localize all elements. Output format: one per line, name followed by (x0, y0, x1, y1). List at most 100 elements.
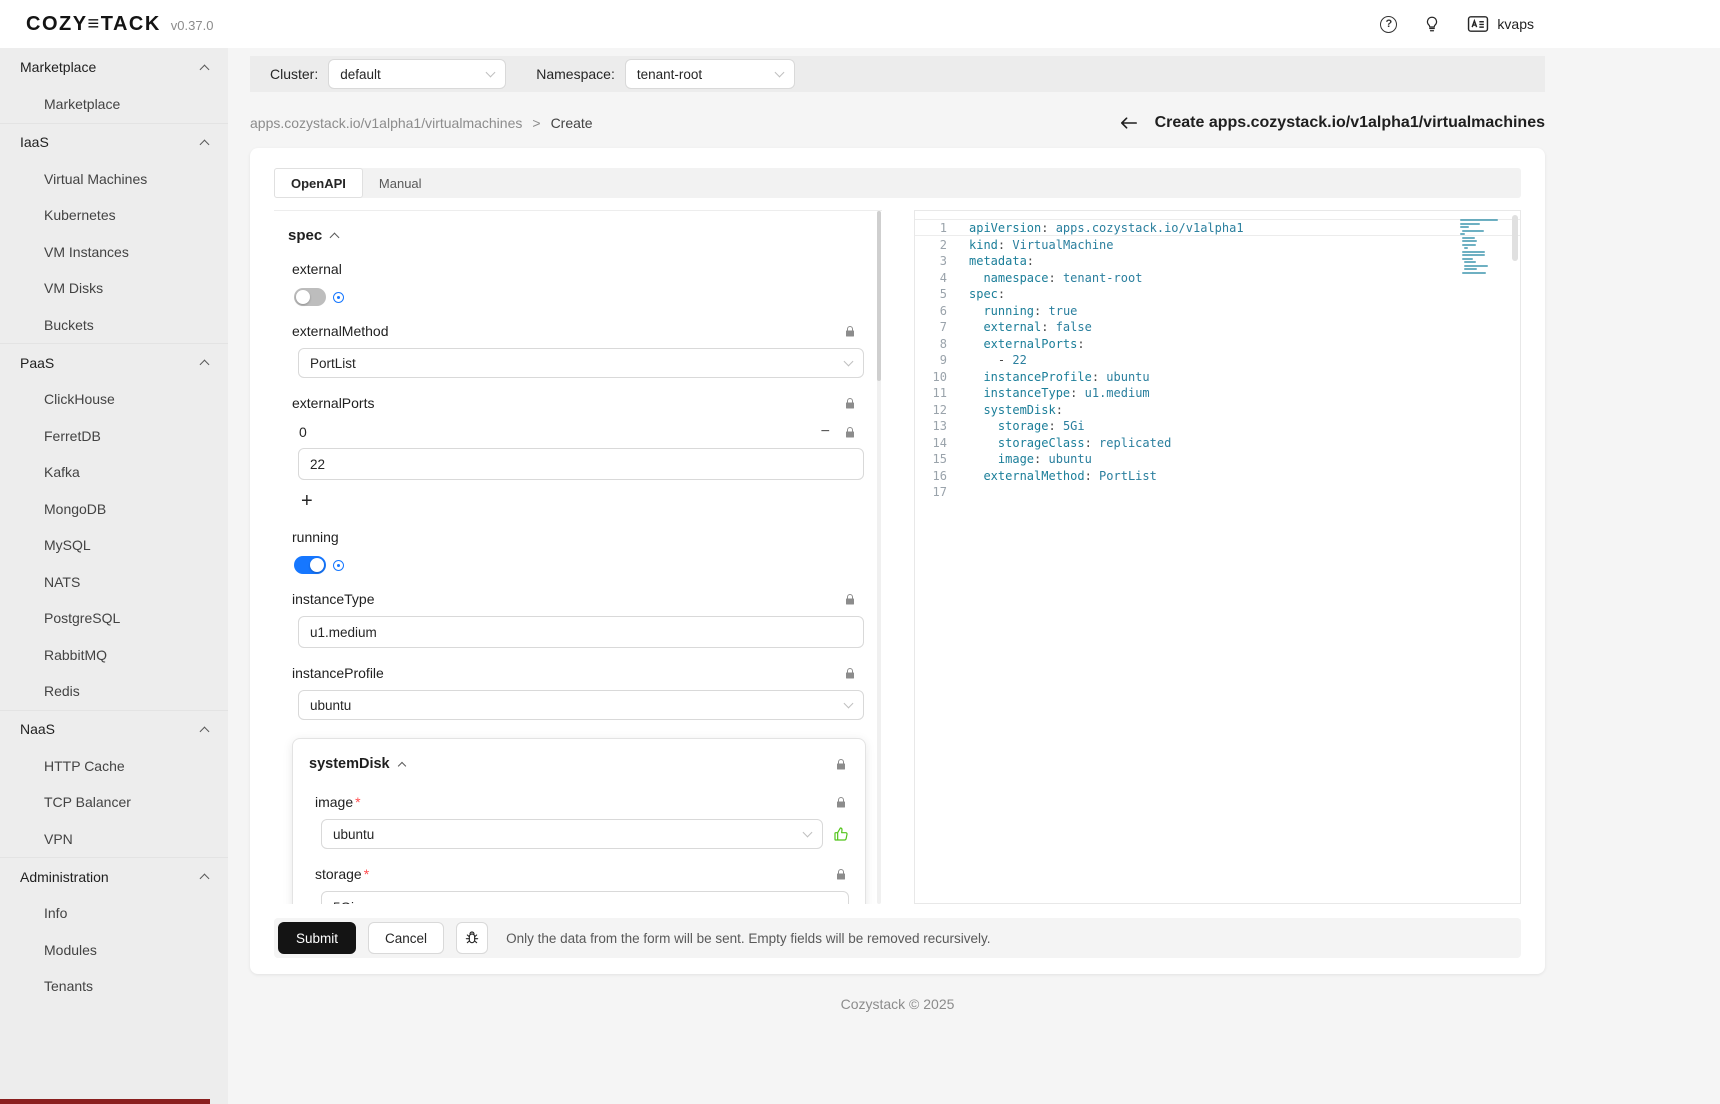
code-line: 7 external: false (915, 318, 1520, 335)
bug-icon (464, 930, 480, 946)
chevron-up-icon (200, 139, 210, 149)
code-line: 5spec: (915, 285, 1520, 302)
spec-collapse[interactable]: spec (288, 227, 866, 244)
lock-icon[interactable] (835, 796, 847, 809)
chevron-down-icon (774, 68, 784, 78)
sidebar-section-administration[interactable]: Administration (0, 857, 228, 895)
tab-manual[interactable]: Manual (363, 168, 438, 198)
sidebar-item-kafka[interactable]: Kafka (0, 454, 228, 491)
code-line: 3metadata: (915, 252, 1520, 269)
theme-toggle-button[interactable] (1423, 15, 1441, 33)
sidebar-item-nats[interactable]: NATS (0, 564, 228, 601)
instanceType-label: instanceType (292, 591, 375, 607)
chevron-down-icon (844, 357, 854, 367)
sidebar-item-rabbitmq[interactable]: RabbitMQ (0, 637, 228, 674)
chevron-up-icon (330, 233, 340, 243)
systemDisk-collapse[interactable]: systemDisk (309, 756, 405, 772)
lock-icon[interactable] (835, 758, 847, 771)
sidebar-section-iaas[interactable]: IaaS (0, 123, 228, 161)
externalMethod-value: PortList (310, 356, 356, 371)
form-scrollbar (877, 211, 881, 904)
back-button[interactable] (1119, 115, 1139, 131)
sidebar-item-vm-instances[interactable]: VM Instances (0, 234, 228, 271)
sidebar-item-tenants[interactable]: Tenants (0, 968, 228, 1005)
sidebar-section-marketplace[interactable]: Marketplace (0, 48, 228, 86)
form-tabs: OpenAPI Manual (274, 168, 1521, 198)
sidebar-section-title: IaaS (20, 134, 49, 150)
help-icon: ? (1380, 16, 1397, 33)
chevron-up-icon (397, 762, 405, 770)
tab-openapi[interactable]: OpenAPI (274, 168, 363, 198)
add-port-button[interactable]: + (301, 490, 321, 512)
field-instanceType: instanceType (288, 588, 866, 648)
sidebar-section-naas[interactable]: NaaS (0, 710, 228, 748)
sidebar-item-tcp-balancer[interactable]: TCP Balancer (0, 784, 228, 821)
required-mark: * (355, 794, 360, 810)
sidebar-item-vm-disks[interactable]: VM Disks (0, 270, 228, 307)
thumbs-up-icon[interactable] (833, 826, 849, 842)
minimap-line (1460, 219, 1498, 221)
storage-input[interactable] (321, 891, 849, 904)
namespace-label: Namespace: (536, 66, 615, 82)
chevron-up-icon (200, 726, 210, 736)
id-badge-icon (1467, 15, 1489, 33)
lock-icon[interactable] (844, 593, 856, 606)
submit-button[interactable]: Submit (278, 922, 356, 954)
cluster-select[interactable]: default (328, 59, 506, 89)
external-toggle[interactable] (294, 288, 326, 306)
sidebar-item-marketplace[interactable]: Marketplace (0, 86, 228, 123)
sidebar-item-vpn[interactable]: VPN (0, 821, 228, 858)
help-button[interactable]: ? (1380, 16, 1397, 33)
cancel-button[interactable]: Cancel (368, 922, 444, 954)
code-line: 17 (915, 483, 1520, 500)
sidebar-item-http-cache[interactable]: HTTP Cache (0, 748, 228, 785)
lock-icon[interactable] (844, 667, 856, 680)
sidebar-item-modules[interactable]: Modules (0, 932, 228, 969)
field-storage: storage* (309, 863, 849, 904)
sidebar-item-postgresql[interactable]: PostgreSQL (0, 600, 228, 637)
lock-icon[interactable] (835, 868, 847, 881)
user-menu[interactable]: kvaps (1467, 15, 1534, 33)
sidebar-section-title: Marketplace (20, 59, 96, 75)
yaml-editor[interactable]: 1apiVersion: apps.cozystack.io/v1alpha12… (914, 210, 1521, 904)
editor-scrollbar-thumb[interactable] (1512, 215, 1518, 261)
sidebar-item-mongodb[interactable]: MongoDB (0, 491, 228, 528)
sidebar-item-mysql[interactable]: MySQL (0, 527, 228, 564)
field-externalPorts: externalPorts 0 − (288, 392, 866, 512)
app-logo[interactable]: COZY≡TACK v0.37.0 (26, 13, 213, 36)
code-line: 4 namespace: tenant-root (915, 269, 1520, 286)
lock-icon[interactable] (844, 325, 856, 338)
sidebar-item-clickhouse[interactable]: ClickHouse (0, 381, 228, 418)
minimap-line (1462, 254, 1485, 256)
header-actions: ? kvaps (1380, 0, 1534, 48)
lock-icon[interactable] (844, 426, 856, 439)
editor-lines: 1apiVersion: apps.cozystack.io/v1alpha12… (915, 219, 1520, 500)
scrollbar-thumb[interactable] (877, 211, 881, 381)
sidebar-item-buckets[interactable]: Buckets (0, 307, 228, 344)
running-toggle[interactable] (294, 556, 326, 574)
page-title: Create apps.cozystack.io/v1alpha1/virtua… (1155, 114, 1545, 132)
required-mark: * (364, 866, 369, 882)
image-select[interactable]: ubuntu (321, 819, 823, 849)
port-0-input[interactable] (298, 448, 864, 480)
instanceType-input[interactable] (298, 616, 864, 648)
sidebar-item-kubernetes[interactable]: Kubernetes (0, 197, 228, 234)
lock-icon[interactable] (844, 397, 856, 410)
externalMethod-select[interactable]: PortList (298, 348, 864, 378)
debug-button[interactable] (456, 922, 488, 954)
namespace-select[interactable]: tenant-root (625, 59, 795, 89)
sidebar-item-redis[interactable]: Redis (0, 673, 228, 710)
sidebar-section-paas[interactable]: PaaS (0, 343, 228, 381)
remove-port-button[interactable]: − (821, 424, 830, 440)
sidebar-item-virtual-machines[interactable]: Virtual Machines (0, 161, 228, 198)
editor-minimap[interactable] (1460, 219, 1504, 275)
breadcrumb-parent[interactable]: apps.cozystack.io/v1alpha1/virtualmachin… (250, 115, 522, 131)
sidebar-item-info[interactable]: Info (0, 895, 228, 932)
field-externalMethod: externalMethod PortList (288, 320, 866, 378)
instanceProfile-select[interactable]: ubuntu (298, 690, 864, 720)
sidebar-item-ferretdb[interactable]: FerretDB (0, 418, 228, 455)
minimap-line (1462, 244, 1476, 246)
toggle-focus-icon (333, 292, 344, 303)
cluster-value: default (340, 67, 381, 82)
minimap-line (1464, 265, 1488, 267)
